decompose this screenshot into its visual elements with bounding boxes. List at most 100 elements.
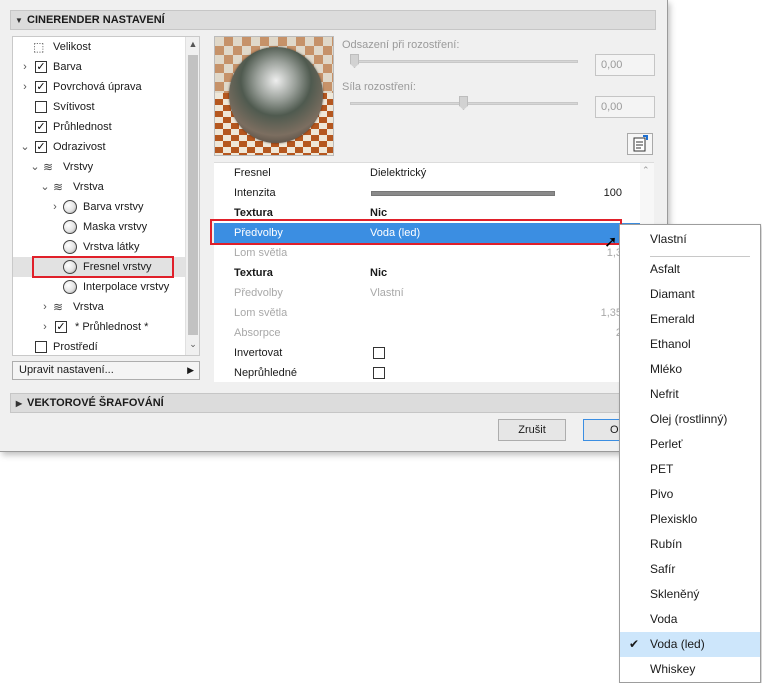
tree-item-fabric-layer[interactable]: Vrstva látky	[13, 237, 187, 257]
expand-chevron-icon[interactable]: ›	[39, 297, 51, 317]
transparency-star-checkbox[interactable]: ✓	[55, 321, 67, 333]
collapse-triangle-icon: ▼	[15, 16, 23, 25]
tree-item-layer-mask[interactable]: Maska vrstvy	[13, 217, 187, 237]
mouse-cursor-icon: ➚	[604, 234, 618, 251]
channel-tree: ⬚ Velikost › ✓ Barva › ✓ Povrchová úprav…	[12, 36, 200, 356]
property-grid: Fresnel Dielektrický Intenzita 100 Textu…	[214, 162, 654, 382]
material-preview	[214, 36, 334, 156]
tree-item-layer-interpolation[interactable]: Interpolace vrstvy	[13, 277, 187, 297]
scroll-down-arrow-icon[interactable]: ⌄	[186, 339, 199, 350]
blur-offset-slider-thumb[interactable]	[350, 54, 359, 68]
menu-item-milk[interactable]: Mléko	[620, 357, 760, 382]
blur-strength-slider-thumb[interactable]	[459, 96, 468, 110]
menu-item-pet[interactable]: PET	[620, 457, 760, 482]
blur-offset-slider[interactable]	[350, 60, 578, 63]
expand-chevron-icon[interactable]: ›	[19, 77, 31, 97]
tree-scrollbar[interactable]: ▲ ⌄	[185, 37, 199, 355]
menu-item-pearl[interactable]: Perleť	[620, 432, 760, 457]
luminance-checkbox[interactable]	[35, 101, 47, 113]
prop-row-absorption[interactable]: Absorpce 2	[214, 323, 654, 343]
tree-item-transparency[interactable]: ✓ Průhlednost	[13, 117, 187, 137]
blur-strength-label: Síla rozostření:	[342, 81, 416, 93]
transparency-checkbox[interactable]: ✓	[35, 121, 47, 133]
tree-item-luminance[interactable]: Svítivost	[13, 97, 187, 117]
menu-item-beer[interactable]: Pivo	[620, 482, 760, 507]
load-preset-button[interactable]	[627, 133, 653, 155]
tree-item-layer-color[interactable]: › Barva vrstvy	[13, 197, 187, 217]
layers-icon: ≋	[43, 160, 54, 174]
prop-row-presets-selected[interactable]: Předvolby Voda (led) ▶	[214, 223, 654, 243]
edit-settings-button[interactable]: Upravit nastavení... ▶	[12, 361, 200, 380]
menu-item-plexiglass[interactable]: Plexisklo	[620, 507, 760, 532]
tree-item-layer-2[interactable]: › ≋ Vrstva	[13, 297, 187, 317]
menu-item-custom[interactable]: Vlastní	[620, 227, 760, 252]
collapse-chevron-icon[interactable]: ⌄	[29, 157, 41, 177]
menu-item-diamond[interactable]: Diamant	[620, 282, 760, 307]
prop-row-refraction[interactable]: Lom světla 1,3	[214, 243, 654, 263]
menu-item-water-ice[interactable]: ✔ Voda (led)	[620, 632, 760, 657]
tree-item-layers[interactable]: ⌄ ≋ Vrstvy	[13, 157, 187, 177]
cinerender-section-header[interactable]: ▼ CINERENDER NASTAVENÍ	[10, 10, 656, 30]
tree-item-reflectance[interactable]: ⌄ ✓ Odrazivost	[13, 137, 187, 157]
vector-hatching-section-header[interactable]: ▶ VEKTOROVÉ ŠRAFOVÁNÍ	[10, 393, 656, 413]
opaque-checkbox[interactable]	[373, 367, 385, 379]
tree-item-layer[interactable]: ⌄ ≋ Vrstva	[13, 177, 187, 197]
expand-chevron-icon[interactable]: ›	[39, 317, 51, 337]
material-ball-icon	[63, 280, 77, 294]
blur-offset-label: Odsazení při rozostření:	[342, 39, 460, 51]
checkmark-icon: ✔	[628, 637, 640, 651]
reflectance-checkbox[interactable]: ✓	[35, 141, 47, 153]
material-ball-icon	[63, 260, 77, 274]
tree-item-size[interactable]: ⬚ Velikost	[13, 37, 187, 57]
presets-dropdown-menu: Vlastní Asfalt Diamant Emerald Ethanol M…	[619, 224, 761, 683]
scroll-up-arrow-icon[interactable]: ⌃	[642, 165, 650, 176]
menu-item-glass[interactable]: Skleněný	[620, 582, 760, 607]
submenu-arrow-icon: ▶	[187, 365, 194, 375]
collapse-chevron-icon[interactable]: ⌄	[19, 137, 31, 157]
expand-triangle-icon: ▶	[15, 399, 23, 408]
prop-row-intensity[interactable]: Intenzita 100	[214, 183, 654, 203]
material-ball-icon	[63, 200, 77, 214]
surface-checkbox[interactable]: ✓	[35, 81, 47, 93]
preview-sphere	[229, 47, 323, 143]
layers-icon: ≋	[53, 180, 64, 194]
menu-item-water[interactable]: Voda	[620, 607, 760, 632]
prop-row-invert[interactable]: Invertovat	[214, 343, 654, 363]
menu-item-ethanol[interactable]: Ethanol	[620, 332, 760, 357]
document-arrow-icon	[633, 135, 648, 152]
material-ball-icon	[63, 220, 77, 234]
blur-strength-field[interactable]: 0,00	[595, 96, 655, 118]
prop-row-refraction-2[interactable]: Lom světla 1,35	[214, 303, 654, 323]
cancel-button[interactable]: Zrušit	[498, 419, 566, 441]
menu-item-sapphire[interactable]: Safír	[620, 557, 760, 582]
material-settings-dialog: ▼ CINERENDER NASTAVENÍ ⬚ Velikost › ✓ Bar…	[0, 0, 668, 452]
tree-item-transparency-star[interactable]: › ✓ * Průhlednost *	[13, 317, 187, 337]
prop-row-texture[interactable]: Textura Nic	[214, 203, 654, 223]
menu-item-emerald[interactable]: Emerald	[620, 307, 760, 332]
tree-item-color[interactable]: › ✓ Barva	[13, 57, 187, 77]
invert-checkbox[interactable]	[373, 347, 385, 359]
tree-item-fresnel-layer[interactable]: Fresnel vrstvy	[13, 257, 187, 277]
color-checkbox[interactable]: ✓	[35, 61, 47, 73]
expand-chevron-icon[interactable]: ›	[19, 57, 31, 77]
menu-item-whiskey[interactable]: Whiskey	[620, 657, 760, 682]
expand-chevron-icon[interactable]: ›	[49, 197, 61, 217]
menu-item-ruby[interactable]: Rubín	[620, 532, 760, 557]
tree-item-environment[interactable]: Prostředí	[13, 337, 187, 355]
scrollbar-thumb[interactable]	[188, 55, 198, 335]
menu-item-asphalt[interactable]: Asfalt	[620, 257, 760, 282]
prop-row-fresnel[interactable]: Fresnel Dielektrický	[214, 163, 654, 183]
menu-item-vegetable-oil[interactable]: Olej (rostlinný)	[620, 407, 760, 432]
tree-item-surface[interactable]: › ✓ Povrchová úprava	[13, 77, 187, 97]
scroll-up-arrow-icon[interactable]: ▲	[186, 39, 199, 49]
resize-icon: ⬚	[33, 40, 45, 54]
material-ball-icon	[63, 240, 77, 254]
prop-row-opaque[interactable]: Neprůhledné	[214, 363, 654, 382]
menu-item-jade[interactable]: Nefrit	[620, 382, 760, 407]
prop-row-presets-2[interactable]: Předvolby Vlastní	[214, 283, 654, 303]
intensity-bar[interactable]	[371, 191, 555, 196]
environment-checkbox[interactable]	[35, 341, 47, 353]
collapse-chevron-icon[interactable]: ⌄	[39, 177, 51, 197]
blur-offset-field[interactable]: 0,00	[595, 54, 655, 76]
prop-row-texture-2[interactable]: Textura Nic	[214, 263, 654, 283]
